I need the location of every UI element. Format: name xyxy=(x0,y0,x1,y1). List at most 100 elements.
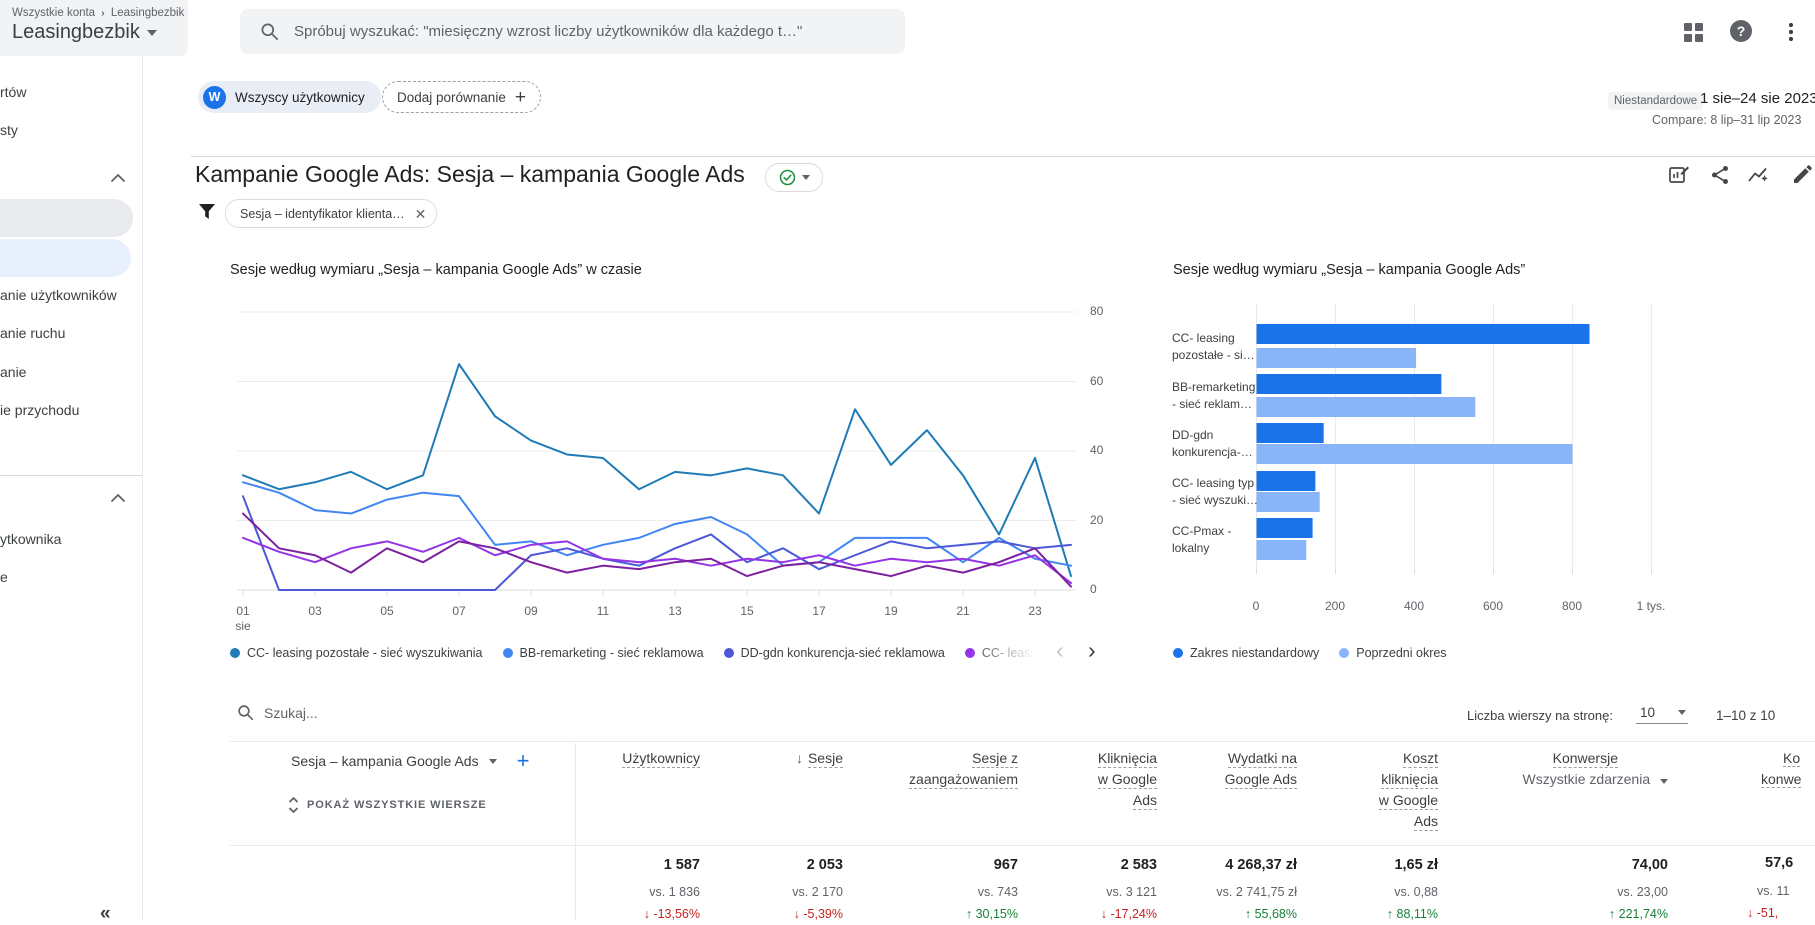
x-tick-label: 03 xyxy=(308,604,322,618)
chevron-down-icon xyxy=(1660,779,1668,784)
legend-item[interactable]: DD-gdn konkurencja-sieć reklamowa xyxy=(723,646,945,660)
audience-comparison-chip[interactable]: W Wszyscy użytkownicy xyxy=(198,81,381,113)
svg-text:?: ? xyxy=(1737,23,1746,39)
y-tick-label: 0 xyxy=(1090,582,1097,596)
help-icon[interactable]: ? xyxy=(1729,19,1753,43)
sidebar-item-user-acquisition[interactable]: anie użytkowników xyxy=(0,287,117,303)
add-comparison-button[interactable]: Dodaj porównanie + xyxy=(382,81,541,113)
legend-prev-icon[interactable]: ‹ xyxy=(1056,638,1064,662)
account-name[interactable]: Leasingbezbik xyxy=(12,21,188,44)
breadcrumb-root[interactable]: Wszystkie konta xyxy=(12,7,95,19)
table-divider xyxy=(230,741,1815,742)
date-custom-badge: Niestandardowe xyxy=(1608,92,1704,110)
sidebar-item-hovered[interactable] xyxy=(0,199,133,237)
sidebar-collapse-icon[interactable]: « xyxy=(100,903,111,925)
search-bar[interactable]: Spróbuj wyszukać: "miesięczny wzrost lic… xyxy=(240,9,905,54)
breadcrumb-current[interactable]: Leasingbezbik xyxy=(111,7,185,19)
x-tick-label: 200 xyxy=(1324,599,1346,613)
column-header-6[interactable]: Koszt kliknięcia w Google Ads xyxy=(1208,748,1438,832)
sidebar-nav: rtów sty anie użytkowników anie ruchu an… xyxy=(0,56,143,924)
x-tick-label: 600 xyxy=(1482,599,1504,613)
rows-per-page-select[interactable]: 10 xyxy=(1636,703,1688,724)
x-tick-label: 13 xyxy=(668,604,682,618)
legend-item[interactable]: BB-remarketing - sieć reklamowa xyxy=(502,646,704,660)
x-tick-label: 07 xyxy=(452,604,466,618)
x-tick-label: 800 xyxy=(1561,599,1583,613)
sidebar-item-revenue[interactable]: ie przychodu xyxy=(0,402,79,418)
bar-chart xyxy=(1256,304,1652,574)
page-title: Kampanie Google Ads: Sesja – kampania Go… xyxy=(195,161,745,187)
x-tick-label: 01 sie xyxy=(235,604,251,633)
pagination-range: 1–10 z 10 xyxy=(1716,708,1776,723)
metric-total: 74,00 vs. 23,00 ↑ 221,74% xyxy=(1608,857,1668,921)
section-collapse-chevron-icon[interactable] xyxy=(110,173,126,183)
table-header-divider xyxy=(230,845,1815,846)
y-tick-label: 60 xyxy=(1090,373,1104,388)
y-tick-label: 40 xyxy=(1090,443,1104,457)
x-tick-label: 19 xyxy=(884,604,898,618)
header-divider xyxy=(191,156,1815,157)
breadcrumb: Wszystkie konta › Leasingbezbik xyxy=(12,7,188,19)
legend-dot-icon xyxy=(502,648,513,658)
legend-dot-icon xyxy=(1173,648,1183,658)
x-tick-label: 23 xyxy=(1028,604,1042,618)
line-chart-title: Sesje według wymiaru „Sesja – kampania G… xyxy=(230,262,642,278)
show-all-rows-button[interactable]: POKAŻ WSZYSTKIE WIERSZE xyxy=(288,797,487,813)
legend-dot-icon xyxy=(723,648,734,658)
share-icon[interactable] xyxy=(1708,163,1732,187)
account-switcher[interactable]: Wszystkie konta › Leasingbezbik Leasingb… xyxy=(0,0,188,56)
bar-category-label: CC- leasing typ - sieć wyszuki… xyxy=(1172,476,1259,507)
legend-next-icon[interactable]: › xyxy=(1088,638,1096,662)
plus-icon: + xyxy=(514,86,526,108)
more-vertical-icon[interactable] xyxy=(1779,20,1803,44)
sidebar-item-engagement[interactable]: anie xyxy=(0,364,26,380)
x-tick-label: 17 xyxy=(812,604,826,618)
clipped-column-text: konwe xyxy=(1761,771,1802,788)
legend-item[interactable]: CC- leasing pozostałe - sieć wyszukiwani… xyxy=(230,646,483,660)
metric-subfilter[interactable]: Wszystkie zdarzenia xyxy=(1438,769,1668,790)
sidebar-item-reports-snapshot[interactable]: rtów xyxy=(0,84,26,100)
section-collapse-chevron-icon[interactable] xyxy=(110,493,126,503)
sidebar-item-traffic-acquisition[interactable]: anie ruchu xyxy=(0,325,65,341)
y-tick-label: 80 xyxy=(1090,304,1104,318)
clipped-column-text: vs. 11 xyxy=(1757,884,1790,898)
customize-report-icon[interactable] xyxy=(1667,163,1691,187)
sidebar-divider xyxy=(0,475,142,476)
audience-avatar: W xyxy=(203,85,226,109)
bar-chart-legend: Zakres niestandardowy Poprzedni okres xyxy=(1173,643,1773,663)
breadcrumb-separator-icon: › xyxy=(101,8,105,19)
legend-item[interactable]: Poprzedni okres xyxy=(1339,646,1447,660)
sidebar-item-user-attributes[interactable]: ytkownika xyxy=(0,531,61,547)
metric-total: 1,65 zł vs. 0,88 ↑ 88,11% xyxy=(1386,857,1438,921)
sidebar-item-tech[interactable]: e xyxy=(0,569,8,585)
bar-category-label: CC-Pmax - lokalny xyxy=(1172,524,1232,555)
table-search[interactable]: Szukaj... xyxy=(237,704,318,721)
column-header-7[interactable]: Konwersje Wszystkie zdarzenia xyxy=(1438,748,1668,790)
chevron-down-icon xyxy=(801,175,810,180)
bar-category-label: BB-remarketing - sieć reklam… xyxy=(1172,380,1256,411)
insights-icon[interactable] xyxy=(1746,163,1770,187)
report-status-dropdown[interactable] xyxy=(765,163,823,192)
line-chart-legend: CC- leasing pozostałe - sieć wyszukiwani… xyxy=(230,643,1056,663)
bar-category-label: DD-gdn konkurencja-… xyxy=(1172,428,1253,459)
x-tick-label: 21 xyxy=(956,604,970,618)
unfold-icon xyxy=(288,797,299,813)
legend-item[interactable]: Zakres niestandardowy xyxy=(1173,646,1319,660)
check-circle-icon xyxy=(779,169,795,186)
bar-category-label: CC- leasing pozostałe - si… xyxy=(1172,331,1255,362)
x-tick-label: 0 xyxy=(1252,599,1260,613)
filter-chip[interactable]: Sesja – identyfikator klienta… ✕ xyxy=(225,199,438,228)
table-search-placeholder: Szukaj... xyxy=(264,704,318,721)
close-icon[interactable]: ✕ xyxy=(415,207,427,221)
x-tick-label: 11 xyxy=(596,604,610,618)
edit-pencil-icon[interactable] xyxy=(1790,163,1814,187)
date-range-picker[interactable]: 1 sie–24 sie 2023 xyxy=(1700,90,1815,107)
sidebar-item-selected[interactable] xyxy=(0,239,131,277)
ga4-report-page: { "topbar": { "breadcrumb_root": "Wszyst… xyxy=(0,0,1815,924)
sidebar-item-realtime[interactable]: sty xyxy=(0,122,18,138)
apps-grid-icon[interactable] xyxy=(1681,20,1705,44)
rows-per-page-label: Liczba wierszy na stronę: xyxy=(1467,708,1613,723)
legend-dot-icon xyxy=(1339,648,1350,658)
search-icon xyxy=(238,705,254,721)
line-chart xyxy=(237,311,1076,596)
